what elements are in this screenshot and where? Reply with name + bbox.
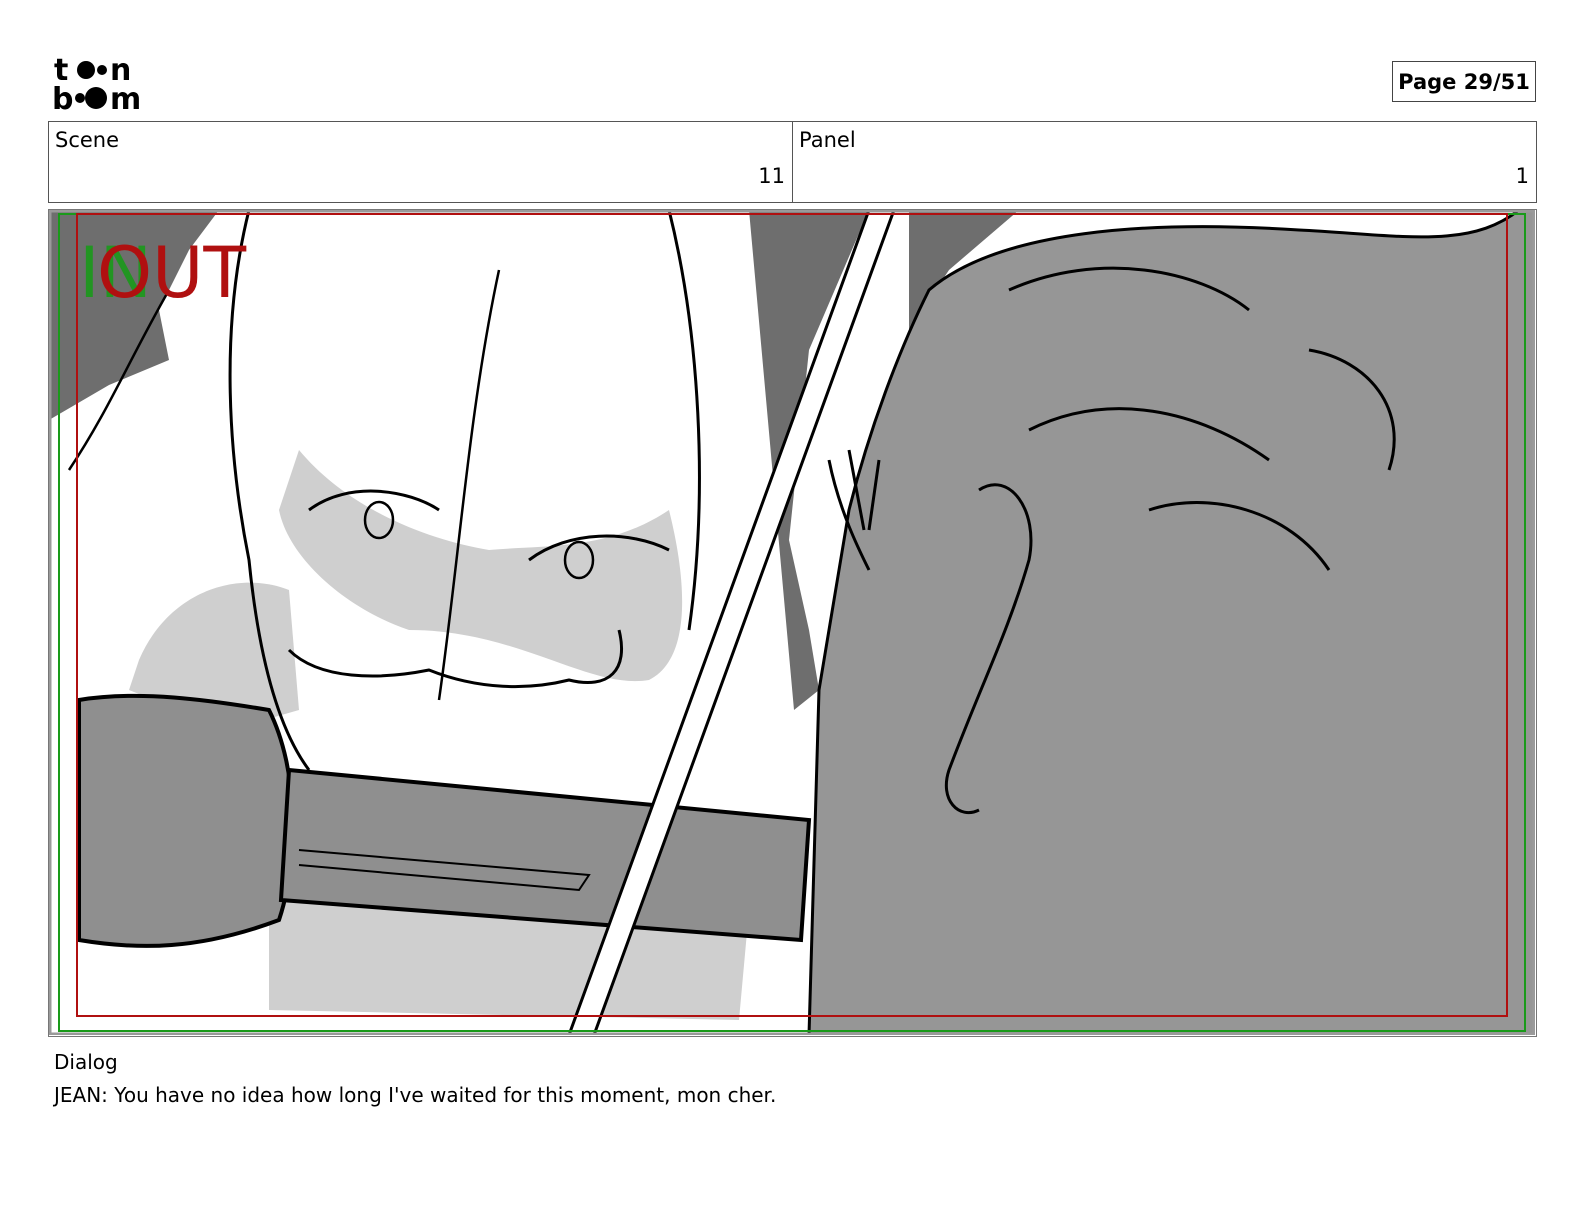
storyboard-sketch [49, 210, 1535, 1035]
dialog-label: Dialog [54, 1050, 118, 1074]
storyboard-panel-frame: IN OUT [48, 209, 1537, 1037]
panel-label: Panel [799, 128, 856, 152]
dialog-text: JEAN: You have no idea how long I've wai… [54, 1083, 777, 1107]
toon-boom-logo: t n b m [52, 52, 164, 117]
scene-cell: Scene 11 [49, 122, 792, 202]
out-label: OUT [97, 232, 247, 314]
scene-label: Scene [55, 128, 120, 152]
panel-cell: Panel 1 [792, 122, 1536, 202]
in-out-marker: IN OUT [79, 238, 246, 308]
page-number: Page 29/51 [1392, 61, 1536, 102]
scene-value: 11 [758, 164, 785, 188]
svg-text:m: m [110, 82, 141, 112]
scene-panel-table: Scene 11 Panel 1 [48, 121, 1537, 203]
svg-text:b: b [52, 82, 73, 112]
panel-value: 1 [1515, 164, 1529, 188]
